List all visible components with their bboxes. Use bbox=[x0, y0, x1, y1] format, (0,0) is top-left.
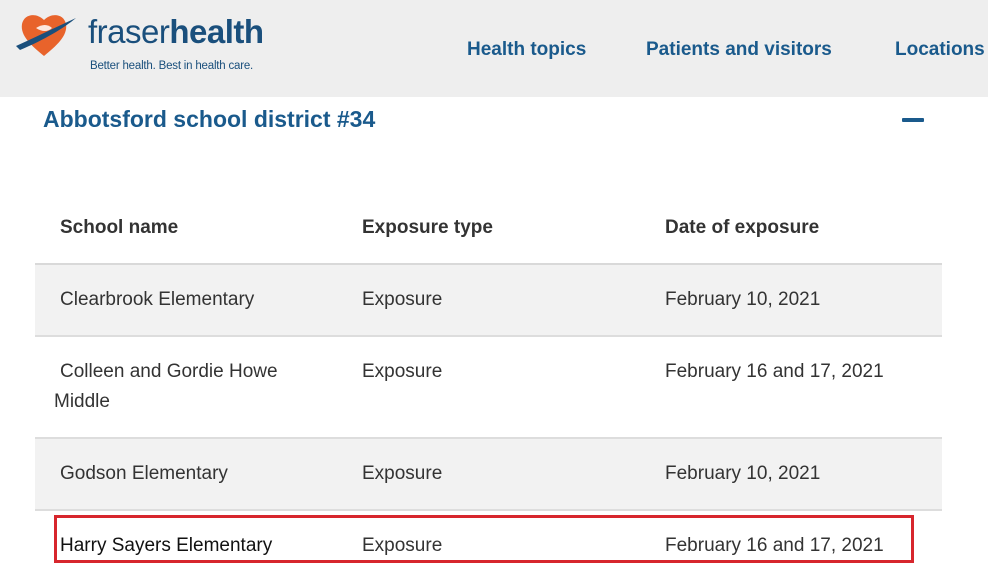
school-name-cell: Colleen and Gordie Howe Middle bbox=[54, 361, 278, 412]
school-name-cell: Clearbrook Elementary bbox=[60, 289, 255, 310]
exposure-date-cell: February 10, 2021 bbox=[665, 289, 821, 310]
nav-patients-and-visitors[interactable]: Patients and visitors bbox=[646, 39, 832, 61]
site-header: fraserhealth Better health. Best in heal… bbox=[0, 0, 988, 97]
column-header-school: School name bbox=[60, 217, 179, 238]
exposure-type-cell: Exposure bbox=[362, 289, 443, 310]
table-row: Clearbrook Elementary Exposure February … bbox=[35, 265, 942, 337]
exposure-date-cell: February 10, 2021 bbox=[665, 463, 821, 484]
logo-tagline: Better health. Best in health care. bbox=[90, 60, 254, 72]
nav-locations[interactable]: Locations bbox=[895, 39, 985, 61]
logo-word-light: fraser bbox=[88, 13, 170, 50]
school-name-cell: Godson Elementary bbox=[60, 463, 228, 484]
logo-wordmark[interactable]: fraserhealth bbox=[88, 12, 264, 52]
logo-word-bold: health bbox=[169, 13, 264, 50]
table-row: Colleen and Gordie Howe Middle Exposure … bbox=[35, 337, 942, 439]
column-header-exposure-type: Exposure type bbox=[362, 217, 493, 238]
accordion-title[interactable]: Abbotsford school district #34 bbox=[43, 106, 375, 133]
exposure-date-cell: February 16 and 17, 2021 bbox=[665, 361, 884, 382]
exposure-type-cell: Exposure bbox=[362, 463, 443, 484]
table-row: Godson Elementary Exposure February 10, … bbox=[35, 439, 942, 511]
nav-health-topics[interactable]: Health topics bbox=[467, 39, 586, 61]
highlight-box bbox=[54, 515, 914, 563]
column-header-date: Date of exposure bbox=[665, 217, 820, 238]
exposure-type-cell: Exposure bbox=[362, 361, 443, 382]
minus-icon[interactable] bbox=[902, 118, 924, 122]
fraserhealth-logo-icon[interactable] bbox=[14, 10, 84, 60]
table-header-row: School name Exposure type Date of exposu… bbox=[35, 190, 942, 265]
